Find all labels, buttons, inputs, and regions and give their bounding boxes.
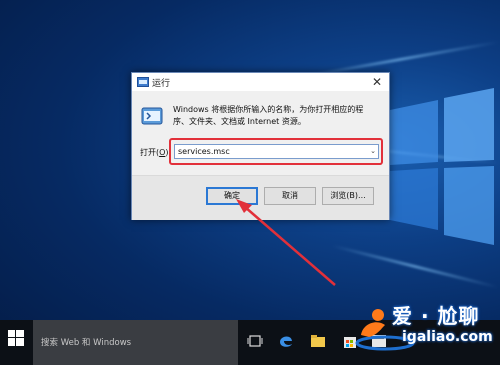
close-button[interactable]: ✕ (369, 74, 385, 90)
close-icon: ✕ (371, 75, 383, 89)
watermark-url: igaliao.com (402, 329, 493, 345)
edge-icon[interactable] (277, 332, 295, 350)
open-command-input[interactable]: services.msc ⌄ (174, 144, 379, 159)
run-app-icon (137, 77, 149, 87)
task-view-icon[interactable] (246, 332, 264, 350)
dialog-title: 运行 (152, 79, 171, 89)
cancel-button[interactable]: 取消 (264, 187, 316, 205)
search-placeholder: 搜索 Web 和 Windows (41, 338, 132, 348)
open-input-value: services.msc (178, 147, 230, 156)
run-dialog: 运行 ✕ Windows 将根据你所输入的名称，为你打开相应的程序、文件夹、文档… (131, 72, 390, 220)
taskbar-search-box[interactable]: 搜索 Web 和 Windows (33, 320, 238, 365)
run-program-icon (141, 107, 163, 125)
windows-start-icon[interactable] (8, 330, 24, 346)
dialog-titlebar[interactable]: 运行 ✕ (132, 73, 389, 91)
watermark-text: 爱 · 尬聊 (392, 304, 480, 328)
open-label: 打开(O): (140, 148, 172, 157)
wallpaper-windows-logo (390, 88, 494, 245)
dialog-description: Windows 将根据你所输入的名称，为你打开相应的程序、文件夹、文档或 Int… (173, 105, 364, 126)
file-explorer-icon[interactable] (309, 332, 327, 350)
browse-button[interactable]: 浏览(B)... (322, 187, 374, 205)
ok-button[interactable]: 确定 (206, 187, 258, 205)
chevron-down-icon[interactable]: ⌄ (370, 145, 376, 158)
